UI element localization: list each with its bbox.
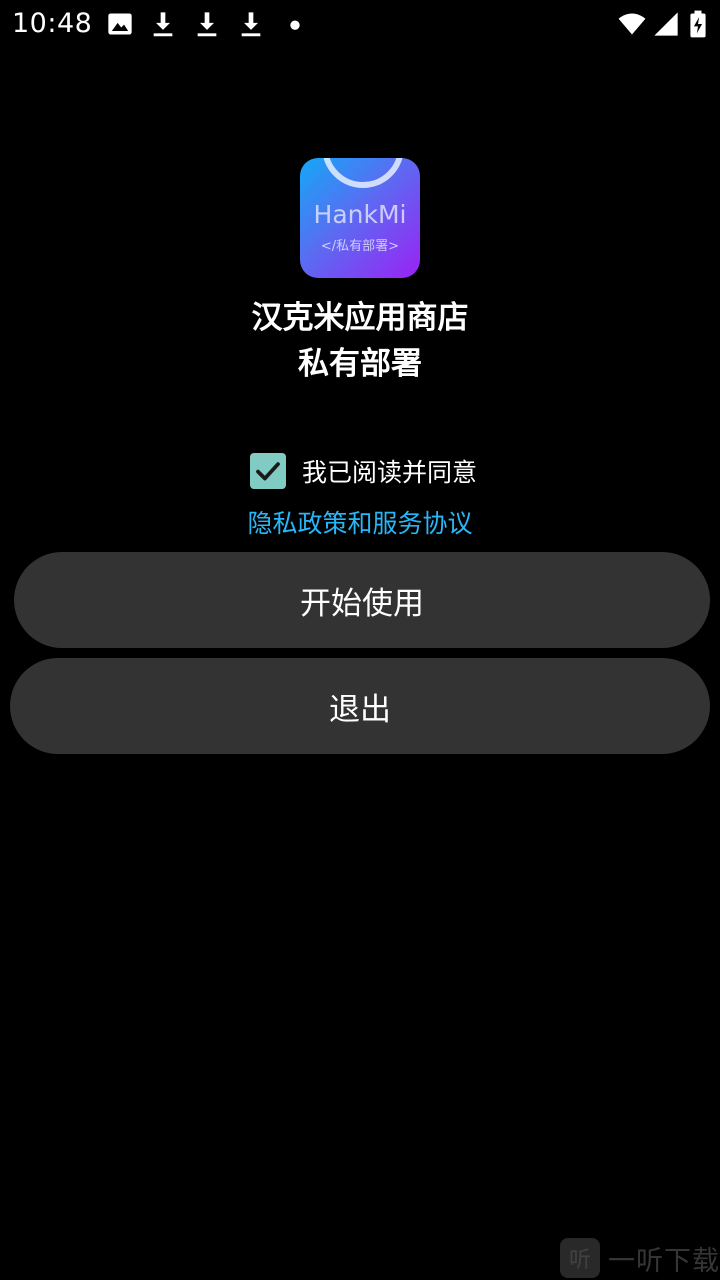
status-bar: 10:48 bbox=[0, 0, 720, 48]
privacy-policy-link[interactable]: 隐私政策和服务协议 bbox=[0, 504, 720, 540]
dot-icon bbox=[281, 10, 309, 38]
agreement-checkbox[interactable] bbox=[250, 453, 286, 489]
start-button[interactable]: 开始使用 bbox=[14, 552, 710, 648]
battery-charging-icon bbox=[688, 10, 708, 38]
cell-signal-icon bbox=[652, 10, 680, 38]
wifi-icon bbox=[616, 10, 648, 38]
agreement-row[interactable]: 我已阅读并同意 bbox=[250, 452, 477, 490]
checkmark-icon bbox=[256, 462, 280, 481]
app-title: 汉克米应用商店 bbox=[251, 300, 469, 336]
exit-button[interactable]: 退出 bbox=[10, 658, 710, 754]
app-logo: HankMi </私有部署> bbox=[300, 158, 420, 278]
app-subtitle: 私有部署 bbox=[298, 346, 422, 382]
watermark-logo-icon: 听 bbox=[560, 1238, 600, 1278]
download-icon bbox=[149, 10, 177, 38]
image-icon bbox=[106, 10, 134, 38]
watermark-text: 一听下载 bbox=[608, 1245, 720, 1277]
logo-bag-handle bbox=[322, 158, 404, 188]
watermark: 听 一听下载 bbox=[560, 1236, 720, 1280]
download-icon bbox=[193, 10, 221, 38]
status-time: 10:48 bbox=[12, 8, 93, 39]
logo-subtext: </私有部署> bbox=[320, 239, 400, 254]
download-icon bbox=[237, 10, 265, 38]
agreement-label: 我已阅读并同意 bbox=[302, 458, 478, 487]
logo-text: HankMi bbox=[313, 200, 407, 229]
